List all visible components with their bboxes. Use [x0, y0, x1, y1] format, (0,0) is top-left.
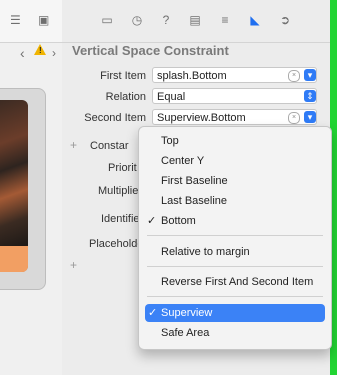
file-icon[interactable]: ▭	[100, 13, 114, 27]
relation-select[interactable]: Equal	[152, 88, 317, 104]
menu-divider	[147, 296, 323, 297]
help-icon[interactable]: ?	[159, 13, 173, 27]
chevron-down-icon[interactable]: ▾	[304, 111, 316, 123]
add-icon[interactable]: +	[70, 138, 77, 152]
identity-icon[interactable]: ▤	[188, 13, 202, 27]
menu-item-superview[interactable]: ✓ Superview	[145, 304, 325, 322]
menu-item-first-baseline[interactable]: First Baseline	[139, 172, 331, 190]
clear-icon[interactable]: ×	[288, 70, 300, 82]
menu-item-relative-margin[interactable]: Relative to margin	[139, 243, 331, 261]
multiplier-label: Multiplie	[98, 185, 139, 197]
second-item-label: Second Item	[84, 112, 146, 124]
first-item-label: First Item	[100, 70, 146, 82]
attributes-icon[interactable]: ≡	[218, 13, 232, 27]
chevron-left-icon[interactable]: ‹	[20, 45, 25, 61]
menu-item-center-y[interactable]: Center Y	[139, 152, 331, 170]
checkmark-icon: ✓	[147, 215, 157, 227]
canvas-toolbar: ☰ ▣	[0, 0, 62, 43]
chevron-down-icon[interactable]: ▾	[304, 69, 316, 81]
inspector-tabs: ▭ ◷ ? ▤ ≡ ◣ ➲	[62, 0, 330, 43]
menu-divider	[147, 266, 323, 267]
chevron-right-icon[interactable]: ›	[52, 46, 56, 60]
menu-item-top[interactable]: Top	[139, 132, 331, 150]
priority-label: Priorit	[108, 162, 137, 174]
chevron-updown-icon[interactable]: ⇕	[304, 90, 316, 102]
panel-title: Vertical Space Constraint	[72, 43, 229, 58]
add-icon[interactable]: +	[70, 258, 77, 272]
placeholder-label: Placeholde	[89, 238, 144, 250]
relation-label: Relation	[105, 91, 146, 103]
clear-icon[interactable]: ×	[288, 112, 300, 124]
menu-item-bottom[interactable]: ✓ Bottom	[139, 212, 331, 230]
constant-label: Constar	[90, 140, 129, 152]
editor-layout-icon[interactable]: ▣	[38, 13, 49, 27]
warning-mark: !	[39, 46, 42, 55]
connections-icon[interactable]: ➲	[278, 13, 292, 27]
menu-item-safe-area[interactable]: Safe Area	[139, 324, 331, 342]
clock-icon[interactable]: ◷	[130, 13, 144, 27]
menu-item-reverse[interactable]: Reverse First And Second Item	[139, 273, 331, 291]
checkmark-icon: ✓	[148, 307, 158, 319]
screen-bottom-strip	[0, 246, 28, 272]
identifier-label: Identifie	[101, 213, 140, 225]
list-icon[interactable]: ☰	[10, 13, 21, 27]
size-icon[interactable]: ◣	[248, 13, 262, 27]
dropdown-menu: Top Center Y First Baseline Last Baselin…	[138, 126, 332, 350]
menu-divider	[147, 235, 323, 236]
menu-item-last-baseline[interactable]: Last Baseline	[139, 192, 331, 210]
